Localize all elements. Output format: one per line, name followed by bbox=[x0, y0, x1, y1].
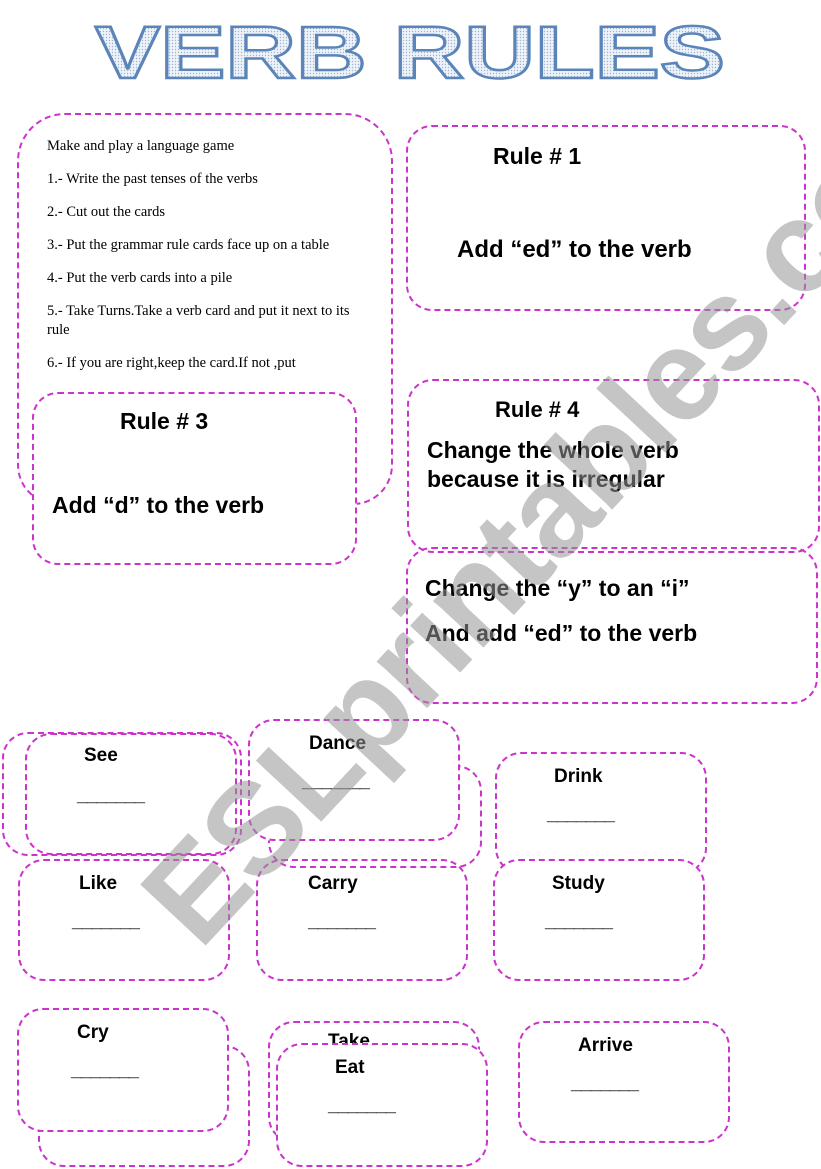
verb-card-carry[interactable]: Carry _______ bbox=[256, 859, 468, 981]
verb-label: Cry bbox=[77, 1022, 109, 1043]
rule-text: Add “d” to the verb bbox=[52, 492, 265, 518]
rule-text: because it is irregular bbox=[427, 466, 665, 492]
answer-blank[interactable]: _______ bbox=[545, 911, 613, 933]
verb-card-arrive[interactable]: Arrive _______ bbox=[518, 1021, 730, 1143]
verb-card-study[interactable]: Study _______ bbox=[493, 859, 705, 981]
verb-card-drink[interactable]: Drink _______ bbox=[495, 752, 707, 874]
verb-label: Carry bbox=[308, 873, 358, 894]
verb-label: Arrive bbox=[578, 1035, 633, 1056]
answer-blank[interactable]: _______ bbox=[328, 1095, 396, 1117]
answer-blank[interactable]: _______ bbox=[77, 785, 145, 807]
verb-label: See bbox=[84, 745, 118, 766]
title-text: VERB RULES bbox=[95, 12, 725, 92]
instruction-step: 6.- If you are right,keep the card.If no… bbox=[47, 355, 296, 371]
verb-label: Study bbox=[552, 873, 605, 894]
rule-title: Rule # 1 bbox=[493, 143, 582, 169]
verb-card-eat[interactable]: Eat _______ bbox=[276, 1043, 488, 1167]
rule-3-card: Rule # 3 Add “d” to the verb bbox=[32, 392, 357, 565]
instruction-step: 4.- Put the verb cards into a pile bbox=[47, 270, 233, 286]
verb-label: Like bbox=[79, 873, 118, 894]
rule-2-card: Change the “y” to an “i” And add “ed” to… bbox=[406, 547, 818, 704]
rule-text: Add “ed” to the verb bbox=[457, 236, 692, 263]
rule-text: And add “ed” to the verb bbox=[425, 620, 698, 646]
verb-label: Drink bbox=[554, 766, 603, 787]
verb-label: Eat bbox=[335, 1057, 365, 1078]
answer-blank[interactable]: _______ bbox=[547, 804, 615, 826]
answer-blank[interactable]: _______ bbox=[72, 911, 140, 933]
instruction-step: 2.- Cut out the cards bbox=[47, 204, 165, 220]
answer-blank[interactable]: _______ bbox=[302, 771, 370, 793]
instruction-step: 1.- Write the past tenses of the verbs bbox=[47, 171, 258, 187]
verb-card-dance[interactable]: Dance _______ bbox=[248, 719, 460, 841]
instructions-heading: Make and play a language game bbox=[47, 138, 235, 154]
verb-card-like[interactable]: Like _______ bbox=[18, 859, 230, 981]
instruction-step: 3.- Put the grammar rule cards face up o… bbox=[47, 237, 330, 253]
answer-blank[interactable]: _______ bbox=[571, 1073, 639, 1095]
rule-text: Change the whole verb bbox=[427, 437, 679, 463]
answer-blank[interactable]: _______ bbox=[308, 911, 376, 933]
rule-text: Change the “y” to an “i” bbox=[425, 575, 690, 601]
rule-4-card: Rule # 4 Change the whole verb because i… bbox=[407, 379, 820, 553]
rule-title: Rule # 3 bbox=[120, 408, 209, 434]
rule-title: Rule # 4 bbox=[495, 397, 580, 422]
instruction-step: 5.- Take Turns.Take a verb card and put … bbox=[47, 303, 350, 338]
answer-blank[interactable]: _______ bbox=[71, 1060, 139, 1082]
page-title: VERB RULES bbox=[90, 10, 730, 96]
verb-label: Dance bbox=[309, 733, 367, 754]
verb-card-see[interactable]: See _______ bbox=[25, 733, 237, 855]
verb-card-cry[interactable]: Cry _______ bbox=[17, 1008, 229, 1132]
rule-1-card: Rule # 1 Add “ed” to the verb bbox=[406, 125, 806, 311]
